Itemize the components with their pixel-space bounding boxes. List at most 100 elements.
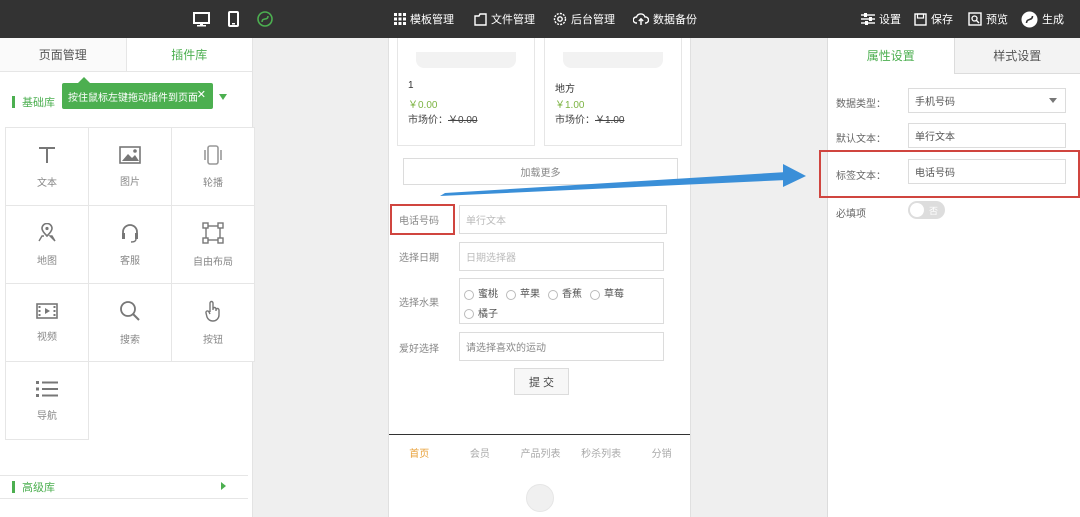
data-type-select[interactable]: 手机号码 (908, 88, 1066, 113)
cloud-upload-icon (633, 12, 649, 26)
generate-button[interactable]: 生成 (1021, 0, 1064, 38)
product-price: ￥0.00 (408, 100, 438, 111)
widget-label: 地图 (37, 255, 57, 267)
required-label: 必填项 (836, 209, 866, 220)
right-panel: 属性设置 样式设置 数据类型： 手机号码 默认文本： 单行文本 标签文本： 电话… (827, 38, 1080, 517)
action-label: 生成 (1042, 14, 1064, 26)
section-marker (12, 96, 15, 108)
widget-label: 自由布局 (193, 256, 233, 268)
tab-member[interactable]: 会员 (450, 435, 511, 470)
close-icon[interactable]: ✕ (197, 88, 206, 101)
tab-plugin-library[interactable]: 插件库 (125, 38, 252, 71)
menu-file-manage[interactable]: 文件管理 (474, 0, 535, 38)
top-toolbar: 模板管理 文件管理 后台管理 数据备份 设置 保存 预览 生成 (0, 0, 1080, 38)
widget-customer-service[interactable]: 客服 (88, 205, 172, 284)
menu-template-manage[interactable]: 模板管理 (394, 0, 454, 38)
widget-navigation[interactable]: 导航 (5, 361, 89, 440)
action-label: 设置 (879, 14, 901, 26)
fruit-radio[interactable]: 香蕉 (548, 286, 582, 303)
fruit-radio[interactable]: 橘子 (464, 306, 498, 323)
widget-label: 文本 (37, 177, 57, 189)
phone-number-input[interactable]: 单行文本 (459, 205, 667, 234)
tab-home[interactable]: 首页 (389, 435, 450, 470)
chevron-down-icon (1049, 98, 1057, 103)
tab-property-settings[interactable]: 属性设置 (828, 38, 954, 74)
widget-video[interactable]: 视频 (5, 283, 89, 362)
sliders-icon (861, 13, 875, 25)
widget-map[interactable]: 地图 (5, 205, 89, 284)
fruit-radio[interactable]: 蜜桃 (464, 286, 498, 303)
widget-carousel[interactable]: 轮播 (171, 127, 255, 206)
basic-library-title: 基础库 (22, 97, 55, 109)
required-toggle[interactable]: 否 (908, 201, 945, 219)
file-icon (474, 12, 487, 26)
advanced-library-header[interactable]: 高级库 (12, 479, 55, 495)
fruit-radio[interactable]: 苹果 (506, 286, 540, 303)
date-label: 选择日期 (399, 253, 439, 264)
video-icon (36, 302, 58, 322)
free-layout-icon (202, 221, 224, 247)
widget-label: 搜索 (120, 334, 140, 346)
menu-backend-manage[interactable]: 后台管理 (553, 0, 615, 38)
default-text-label: 默认文本： (836, 134, 886, 145)
chevron-down-icon[interactable] (219, 94, 227, 100)
grid-icon (394, 13, 406, 25)
action-label: 保存 (931, 14, 953, 26)
tab-distribution[interactable]: 分销 (631, 435, 690, 470)
tab-flash-sale-list[interactable]: 秒杀列表 (571, 435, 632, 470)
action-label: 预览 (986, 14, 1008, 26)
settings-button[interactable]: 设置 (861, 0, 901, 38)
widget-label: 视频 (37, 331, 57, 343)
preview-button[interactable]: 预览 (968, 0, 1008, 38)
data-type-value: 手机号码 (915, 97, 955, 108)
phone-home-button (526, 484, 554, 512)
product-card[interactable]: 地方 ￥1.00 市场价：￥1.00 (544, 38, 682, 146)
tab-page-manage[interactable]: 页面管理 (0, 38, 126, 71)
drag-tooltip: 按住鼠标左键拖动插件到页面 ✕ (62, 77, 213, 109)
search-icon (119, 300, 141, 325)
highlight-tag-text (819, 150, 1080, 198)
widget-image[interactable]: 图片 (88, 127, 172, 206)
preview-icon (968, 12, 982, 26)
submit-button[interactable]: 提 交 (514, 368, 569, 395)
product-card[interactable]: 1 ￥0.00 市场价：￥0.00 (397, 38, 535, 146)
menu-label: 模板管理 (410, 14, 454, 26)
tab-product-list[interactable]: 产品列表 (510, 435, 571, 470)
product-market-price: 市场价：￥0.00 (408, 115, 478, 126)
hobby-select[interactable]: 请选择喜欢的运动 (459, 332, 664, 361)
widget-label: 导航 (37, 410, 57, 422)
menu-label: 数据备份 (653, 14, 697, 26)
menu-data-backup[interactable]: 数据备份 (633, 0, 697, 38)
product-name: 地方 (555, 84, 575, 95)
pointer-icon (203, 300, 223, 325)
widget-text[interactable]: 文本 (5, 127, 89, 206)
text-icon (37, 145, 57, 168)
mobile-icon[interactable] (228, 0, 239, 38)
load-more-button[interactable]: 加载更多 (403, 158, 678, 185)
logo-icon[interactable] (257, 0, 273, 38)
generate-icon (1021, 11, 1038, 28)
gear-icon (553, 12, 567, 26)
hobby-label: 爱好选择 (399, 344, 439, 355)
fruit-label: 选择水果 (399, 298, 439, 309)
left-panel: 页面管理 插件库 基础库 按住鼠标左键拖动插件到页面 ✕ 文本 图片 轮播 地图 (0, 38, 255, 517)
toggle-knob (910, 203, 924, 217)
tab-style-settings[interactable]: 样式设置 (953, 38, 1080, 74)
default-text-input[interactable]: 单行文本 (908, 123, 1066, 148)
chevron-right-icon[interactable] (221, 482, 226, 490)
toggle-state: 否 (928, 206, 938, 216)
desktop-icon[interactable] (193, 0, 210, 38)
widget-free-layout[interactable]: 自由布局 (171, 205, 255, 284)
menu-label: 后台管理 (571, 14, 615, 26)
widget-button[interactable]: 按钮 (171, 283, 255, 362)
headset-icon (120, 223, 140, 246)
date-picker-input[interactable]: 日期选择器 (459, 242, 664, 271)
save-button[interactable]: 保存 (914, 0, 953, 38)
widget-search[interactable]: 搜索 (88, 283, 172, 362)
basic-library-header[interactable]: 基础库 (12, 94, 55, 110)
widget-label: 轮播 (203, 177, 223, 189)
phone-canvas: 1 ￥0.00 市场价：￥0.00 地方 ￥1.00 市场价：￥1.00 加载更… (388, 38, 691, 517)
fruit-radio[interactable]: 草莓 (590, 286, 624, 303)
product-image (416, 52, 516, 68)
fruit-radio-group: 蜜桃 苹果 香蕉 草莓 橘子 (459, 278, 664, 324)
